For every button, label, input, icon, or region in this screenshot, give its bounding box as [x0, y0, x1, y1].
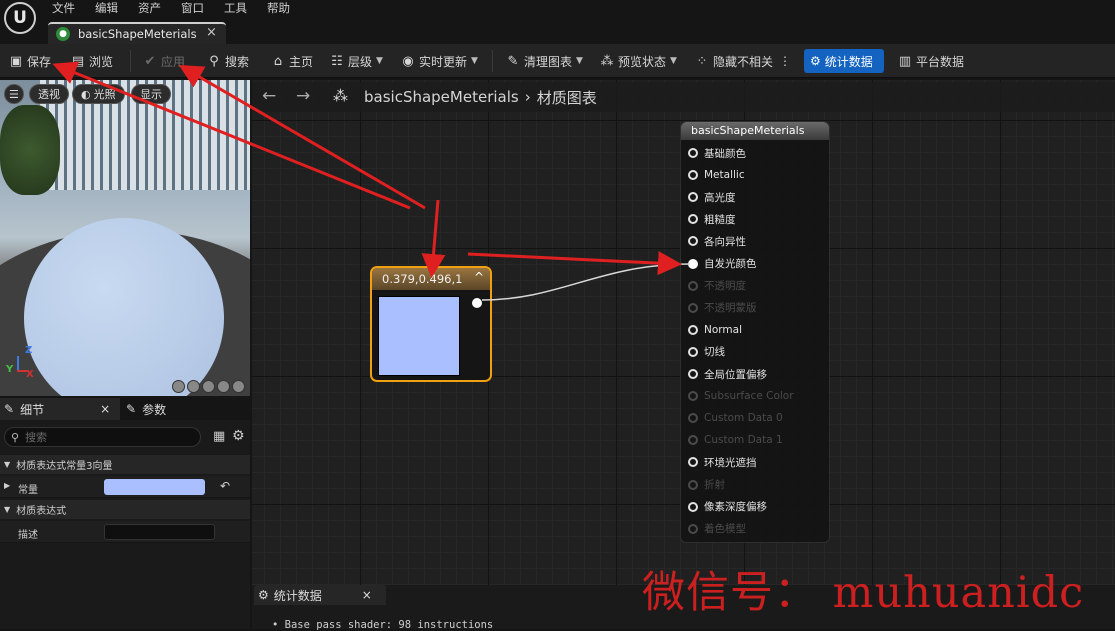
tab-stats-label: 统计数据	[273, 588, 322, 603]
annotation-arrow-emissive	[467, 251, 682, 276]
graph-overlay	[52, 61, 691, 301]
annotation-arrow-node	[421, 199, 446, 278]
connection-wire	[481, 263, 691, 301]
close-icon[interactable]: ×	[362, 588, 372, 602]
stats-line: • Base pass shader: 98 instructions	[272, 619, 494, 631]
tab-stats[interactable]: ⚙ 统计数据 ×	[254, 585, 386, 605]
stats-icon: ⚙	[258, 588, 269, 602]
unreal-logo-icon[interactable]: U	[4, 2, 36, 34]
watermark: 微信号： muhuanidc	[642, 568, 1085, 618]
annotation-arrow-save	[52, 61, 411, 210]
annotation-arrow-apply	[178, 64, 426, 210]
